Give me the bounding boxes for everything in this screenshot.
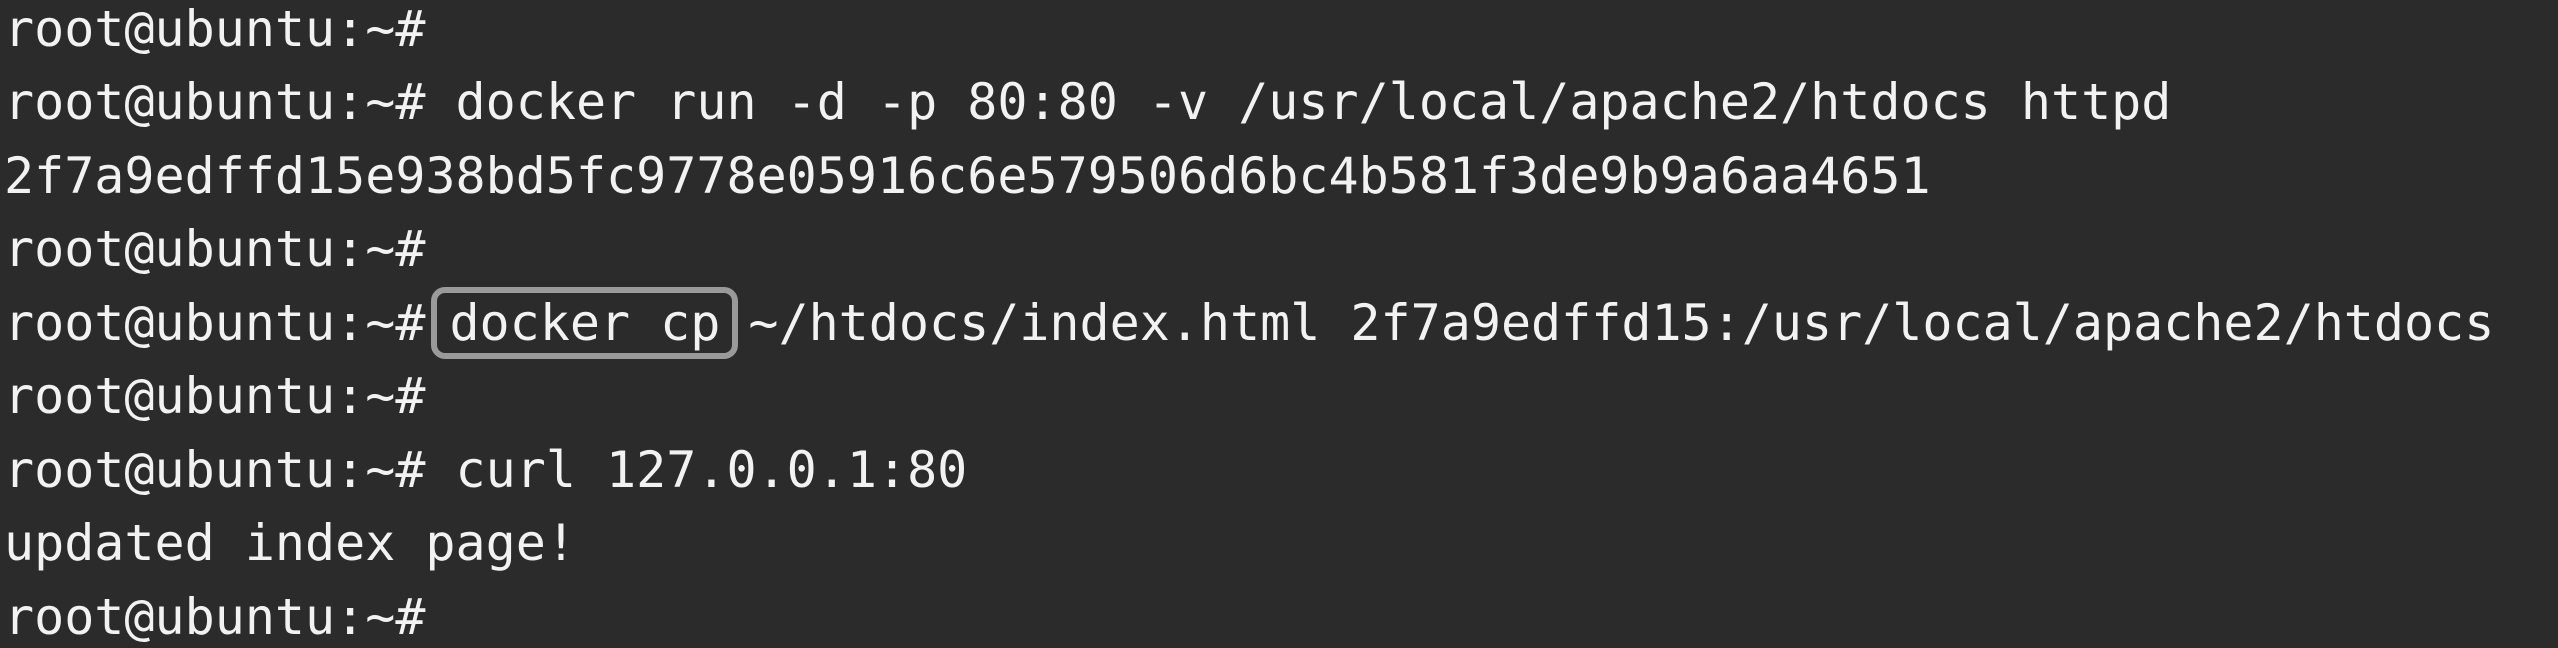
terminal-output-line: 2f7a9edffd15e938bd5fc9778e05916c6e579506… [4,139,1931,213]
prompt: root@ubuntu:~# [4,0,426,58]
output-text: 2f7a9edffd15e938bd5fc9778e05916c6e579506… [4,147,1931,205]
terminal-line: root@ubuntu:~# docker run -d -p 80:80 -v… [4,65,2171,139]
terminal-line: root@ubuntu:~# [4,212,425,286]
terminal-line: root@ubuntu:~# [4,359,425,433]
terminal-output-line: updated index page! [4,506,576,580]
command-text: ~/htdocs/index.html 2f7a9edffd15:/usr/lo… [748,294,2495,352]
output-text: updated index page! [4,514,576,572]
terminal-line: root@ubuntu:~# [4,0,425,66]
prompt: root@ubuntu:~# [4,441,426,499]
prompt: root@ubuntu:~# [4,220,426,278]
terminal-window[interactable]: root@ubuntu:~# root@ubuntu:~# docker run… [0,0,2558,648]
prompt: root@ubuntu:~# [4,588,426,646]
command-text: curl 127.0.0.1:80 [425,441,968,499]
prompt: root@ubuntu:~# [4,294,426,352]
terminal-line: root@ubuntu:~# [4,580,425,648]
highlighted-command: docker cp [431,286,739,359]
terminal-line: root@ubuntu:~# curl 127.0.0.1:80 [4,433,967,507]
terminal-line: root@ubuntu:~# docker cp ~/htdocs/index.ht… [4,286,2494,360]
prompt: root@ubuntu:~# [4,73,426,131]
prompt: root@ubuntu:~# [4,367,426,425]
command-text: docker run -d -p 80:80 -v /usr/local/apa… [425,73,2172,131]
